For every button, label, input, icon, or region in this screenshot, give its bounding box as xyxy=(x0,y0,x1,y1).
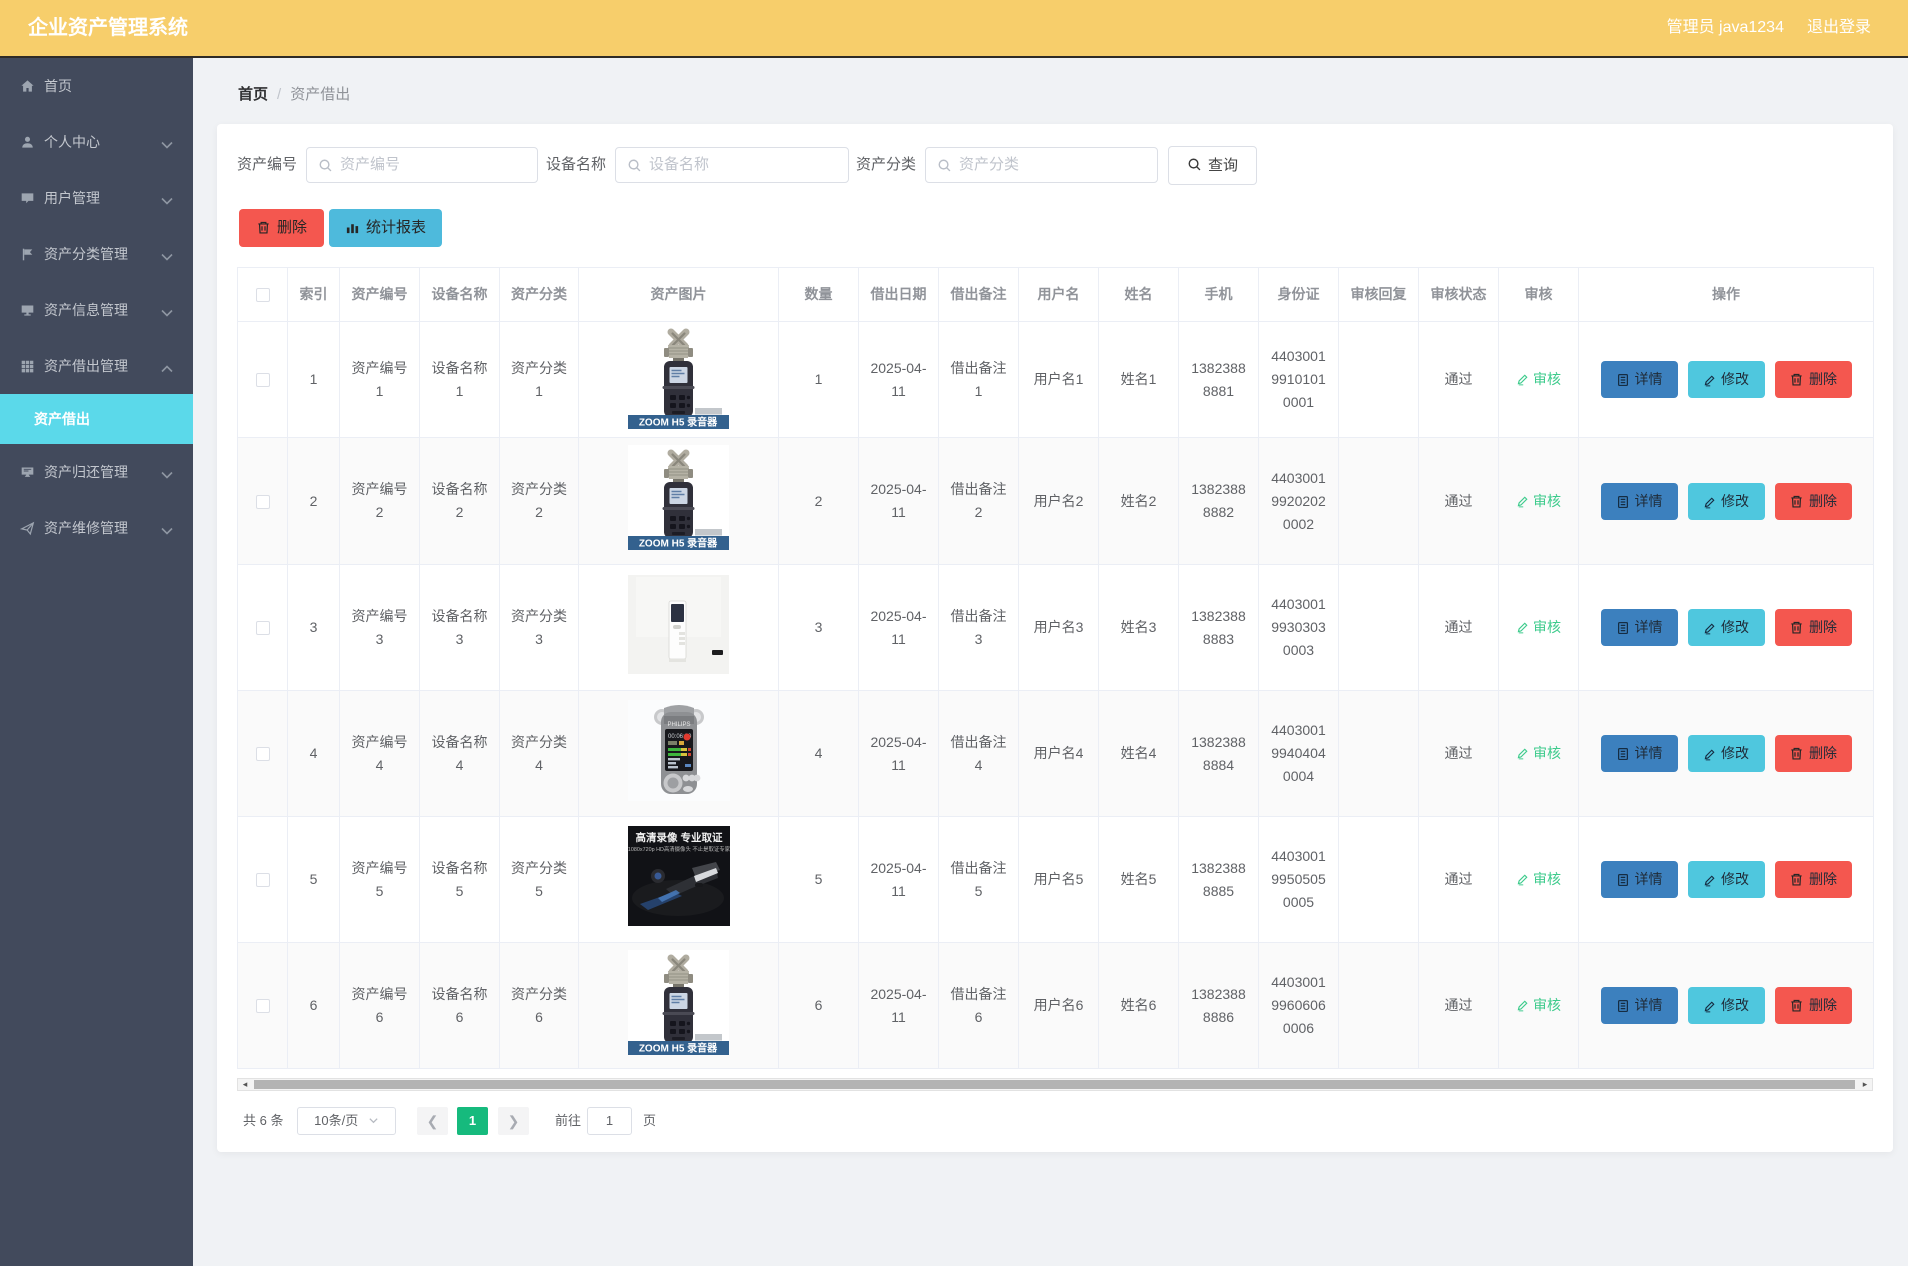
svg-text:PHILIPS: PHILIPS xyxy=(667,722,690,728)
svg-text:ZOOM H5 录音器: ZOOM H5 录音器 xyxy=(639,1041,718,1054)
svg-text:ZOOM H5 录音器: ZOOM H5 录音器 xyxy=(639,537,718,550)
svg-text:ZOOM H5 录音器: ZOOM H5 录音器 xyxy=(639,415,718,428)
svg-text:高清录像 专业取证: 高清录像 专业取证 xyxy=(635,831,722,844)
svg-text:1080x720p HD高清摄像头 不止是取证专家: 1080x720p HD高清摄像头 不止是取证专家 xyxy=(628,845,730,853)
